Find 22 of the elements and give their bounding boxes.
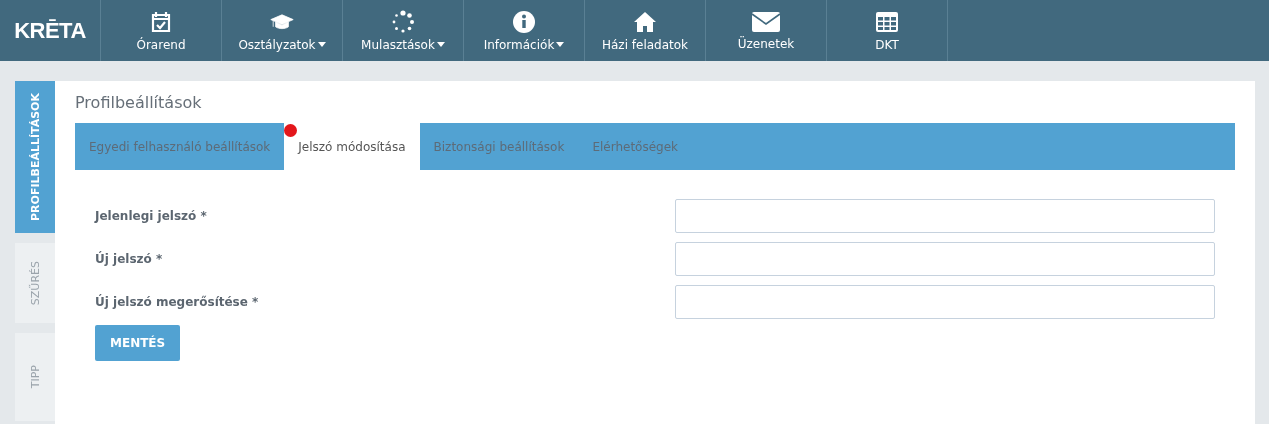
password-field[interactable] [675, 284, 1215, 319]
password-field[interactable] [675, 198, 1215, 233]
nav-menu-item[interactable]: Mulasztások [343, 0, 464, 61]
nav-menu-item[interactable]: DKT [827, 0, 948, 61]
page-title: Profilbeállítások [75, 93, 203, 112]
logo[interactable]: KRĒTA [0, 0, 101, 61]
nav-menu-item[interactable]: Házi feladatok [585, 0, 706, 61]
home-icon [633, 9, 657, 34]
info-icon [512, 9, 536, 34]
spinner-icon [391, 9, 415, 34]
calendar-check-icon [149, 9, 173, 34]
tab[interactable]: Jelszó módosítása [284, 123, 420, 170]
envelope-icon [751, 10, 781, 33]
password-field[interactable] [675, 241, 1215, 276]
nav-menu-item[interactable]: Üzenetek [706, 0, 827, 61]
table-grid-icon [875, 9, 899, 34]
field-label: Új jelszó * [95, 251, 163, 266]
nav-menu-item[interactable]: Információk [464, 0, 585, 61]
nav-menu-item[interactable]: Osztályzatok [222, 0, 343, 61]
field-label: Jelenlegi jelszó * [95, 208, 207, 223]
field-label: Új jelszó megerősítése * [95, 294, 259, 309]
nav-menu-item[interactable]: Órarend [101, 0, 222, 61]
